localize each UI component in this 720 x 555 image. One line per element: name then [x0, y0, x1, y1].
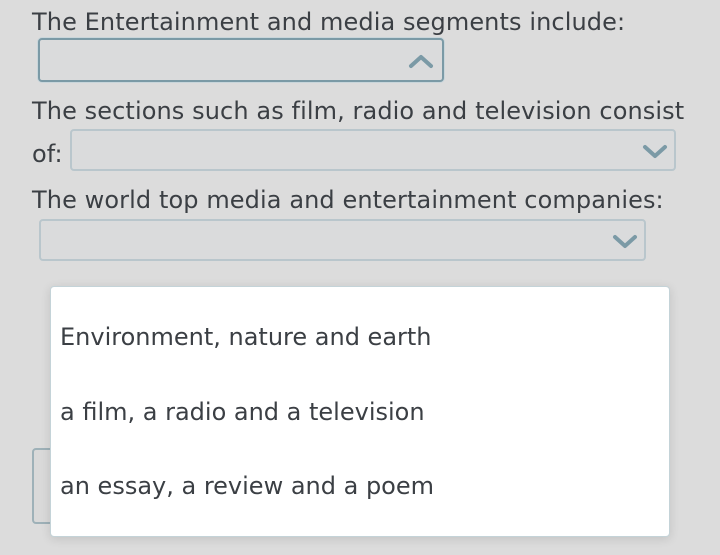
- chevron-down-icon: [613, 235, 637, 248]
- dropdown-option[interactable]: Environment, nature and earth: [60, 323, 432, 351]
- dropdown-option[interactable]: a film, a radio and a television: [60, 398, 425, 426]
- question-3-select[interactable]: [39, 219, 646, 261]
- question-2-label-continued: of:: [32, 140, 63, 168]
- chevron-down-icon: [643, 145, 667, 158]
- question-2-select[interactable]: [70, 129, 676, 171]
- dropdown-options-list: Environment, nature and earth a film, a …: [50, 286, 670, 537]
- question-1-label: The Entertainment and media segments inc…: [32, 8, 626, 36]
- question-2-label: The sections such as film, radio and tel…: [32, 97, 685, 125]
- question-3-label: The world top media and entertainment co…: [32, 186, 664, 214]
- question-1-select[interactable]: [38, 38, 444, 82]
- chevron-up-icon: [409, 55, 433, 68]
- dropdown-option[interactable]: an essay, a review and a poem: [60, 472, 434, 500]
